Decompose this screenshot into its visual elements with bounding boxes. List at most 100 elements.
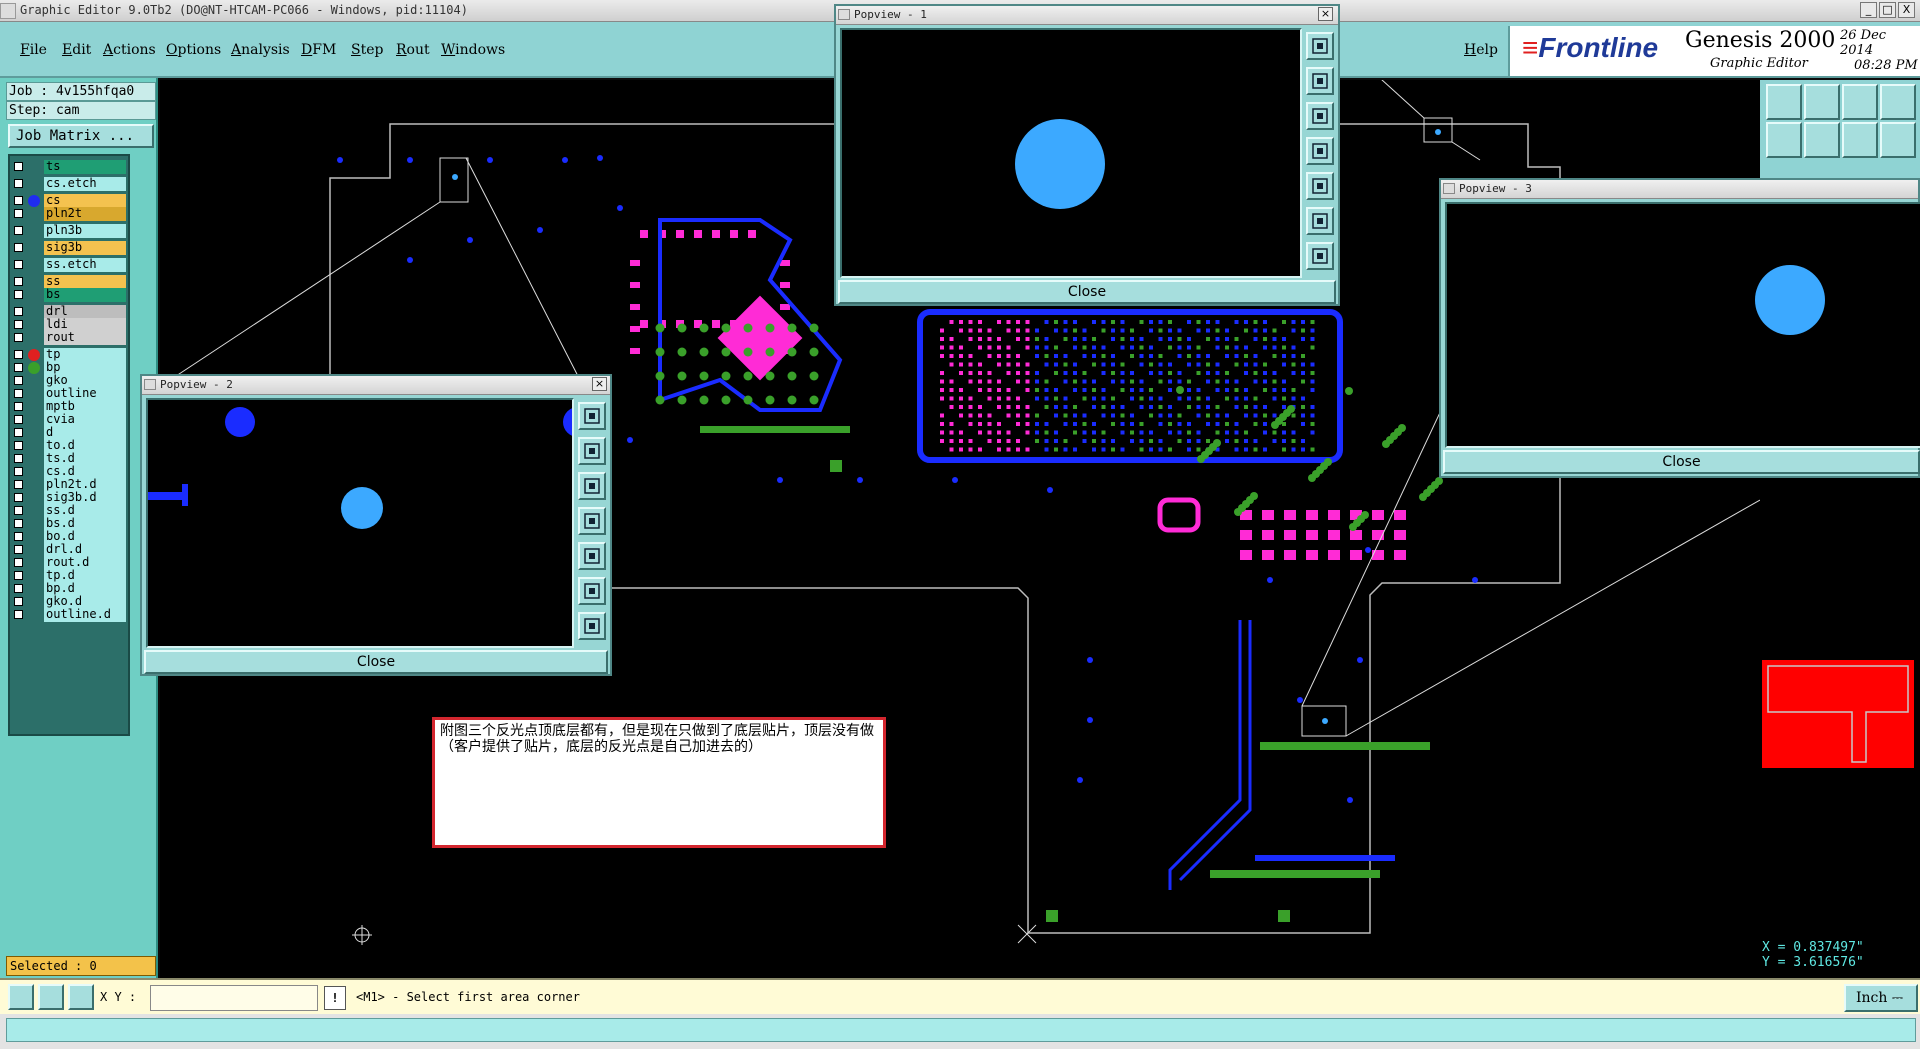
layer-checkbox[interactable]: [14, 610, 23, 619]
measure-tool-icon[interactable]: [38, 984, 64, 1010]
layer-checkbox[interactable]: [14, 506, 23, 515]
select-tool-icon[interactable]: [8, 984, 34, 1010]
layer-row[interactable]: bp: [12, 361, 128, 375]
menu-options[interactable]: Options: [166, 42, 221, 58]
popview-1-close-button[interactable]: Close: [838, 280, 1336, 304]
layer-checkbox[interactable]: [14, 376, 23, 385]
menu-edit[interactable]: Edit: [62, 42, 91, 58]
layer-checkbox[interactable]: [14, 363, 23, 372]
popview-2-window[interactable]: Popview - 2 × Close: [140, 374, 612, 676]
layer-checkbox[interactable]: [14, 243, 23, 252]
popview-1-window[interactable]: Popview - 1 × Close: [834, 4, 1340, 306]
close-button[interactable]: X: [1898, 2, 1915, 18]
zoom-fit-icon[interactable]: [1306, 32, 1334, 60]
pan-icon[interactable]: [1306, 137, 1334, 165]
layer-row[interactable]: drl: [12, 305, 128, 319]
step-icon[interactable]: [578, 542, 606, 570]
layer-checkbox[interactable]: [14, 545, 23, 554]
layer-checkbox[interactable]: [14, 441, 23, 450]
zoom-out-icon[interactable]: [578, 472, 606, 500]
zoom-fit-icon[interactable]: [578, 402, 606, 430]
layer-checkbox[interactable]: [14, 333, 23, 342]
layer-checkbox[interactable]: [14, 571, 23, 580]
expand-icon[interactable]: [578, 577, 606, 605]
zoom-in-icon[interactable]: [1804, 84, 1840, 120]
step-icon[interactable]: [1306, 172, 1334, 200]
info-button[interactable]: !: [324, 986, 346, 1010]
layer-checkbox[interactable]: [14, 350, 23, 359]
layer-checkbox[interactable]: [14, 389, 23, 398]
job-matrix-button[interactable]: Job Matrix ...: [8, 124, 154, 148]
popview-2-close-icon[interactable]: ×: [592, 377, 607, 391]
layer-checkbox[interactable]: [14, 415, 23, 424]
layer-row[interactable]: bs: [12, 288, 128, 302]
layer-checkbox[interactable]: [14, 260, 23, 269]
layer-checkbox[interactable]: [14, 277, 23, 286]
xy-input[interactable]: [150, 985, 318, 1011]
layer-row[interactable]: pln2t: [12, 207, 128, 221]
layer-checkbox[interactable]: [14, 454, 23, 463]
step-icon[interactable]: [1880, 122, 1916, 158]
layer-row[interactable]: cs.etch: [12, 177, 128, 191]
layer-checkbox[interactable]: [14, 290, 23, 299]
menu-dfm[interactable]: DFM: [301, 42, 336, 58]
menu-file[interactable]: File: [20, 42, 47, 58]
layer-checkbox[interactable]: [14, 209, 23, 218]
menu-help[interactable]: Help: [1464, 42, 1498, 58]
layer-checkbox[interactable]: [14, 519, 23, 528]
pan-icon[interactable]: [578, 507, 606, 535]
layer-row[interactable]: ss.etch: [12, 258, 128, 272]
expand-icon[interactable]: [1306, 207, 1334, 235]
layer-checkbox[interactable]: [14, 532, 23, 541]
center-icon[interactable]: [1306, 242, 1334, 270]
menu-analysis[interactable]: Analysis: [231, 42, 290, 58]
popview-3-viewport[interactable]: [1445, 202, 1920, 448]
popview-1-close-icon[interactable]: ×: [1318, 7, 1333, 21]
layer-row[interactable]: ss: [12, 275, 128, 289]
layer-row[interactable]: ts: [12, 160, 128, 174]
zoom-out-icon[interactable]: [1306, 102, 1334, 130]
maximize-button[interactable]: □: [1879, 2, 1896, 18]
pan-left-icon[interactable]: [1766, 122, 1802, 158]
popview-2-close-button[interactable]: Close: [144, 650, 608, 674]
popview-2-viewport[interactable]: [146, 398, 593, 648]
layer-row[interactable]: sig3b: [12, 241, 128, 255]
layer-checkbox[interactable]: [14, 179, 23, 188]
zoom-in-icon[interactable]: [578, 437, 606, 465]
layer-checkbox[interactable]: [14, 226, 23, 235]
layer-checkbox[interactable]: [14, 584, 23, 593]
menu-rout[interactable]: Rout: [396, 42, 430, 58]
menu-step[interactable]: Step: [351, 42, 383, 58]
popview-1-viewport[interactable]: [840, 28, 1302, 278]
grid-tool-icon[interactable]: [68, 984, 94, 1010]
layer-checkbox[interactable]: [14, 196, 23, 205]
center-icon[interactable]: [578, 612, 606, 640]
layer-row[interactable]: pln3b: [12, 224, 128, 238]
layer-checkbox[interactable]: [14, 162, 23, 171]
layer-row[interactable]: outline.d: [12, 608, 128, 622]
layer-checkbox[interactable]: [14, 428, 23, 437]
popview-3-window[interactable]: Popview - 3 Close: [1439, 178, 1920, 478]
menu-actions[interactable]: Actions: [103, 42, 156, 58]
zoom-in-icon[interactable]: [1306, 67, 1334, 95]
layer-checkbox[interactable]: [14, 402, 23, 411]
layer-checkbox[interactable]: [14, 320, 23, 329]
layer-row[interactable]: tp: [12, 348, 128, 362]
layer-checkbox[interactable]: [14, 307, 23, 316]
minimize-button[interactable]: _: [1860, 2, 1877, 18]
layer-checkbox[interactable]: [14, 480, 23, 489]
popview-3-close-button[interactable]: Close: [1443, 450, 1920, 474]
layer-row[interactable]: cvia: [12, 413, 128, 427]
layer-checkbox[interactable]: [14, 467, 23, 476]
layer-checkbox[interactable]: [14, 558, 23, 567]
layer-checkbox[interactable]: [14, 493, 23, 502]
rotate-icon[interactable]: [1842, 122, 1878, 158]
layer-checkbox[interactable]: [14, 597, 23, 606]
pan-right-icon[interactable]: [1804, 122, 1840, 158]
layout-icon[interactable]: [1880, 84, 1916, 120]
home-icon[interactable]: [1842, 84, 1878, 120]
unit-selector[interactable]: Inch ⎓: [1844, 984, 1918, 1012]
layer-row[interactable]: rout: [12, 331, 128, 345]
menu-windows[interactable]: Windows: [441, 42, 505, 58]
zoom-home-icon[interactable]: [1766, 84, 1802, 120]
